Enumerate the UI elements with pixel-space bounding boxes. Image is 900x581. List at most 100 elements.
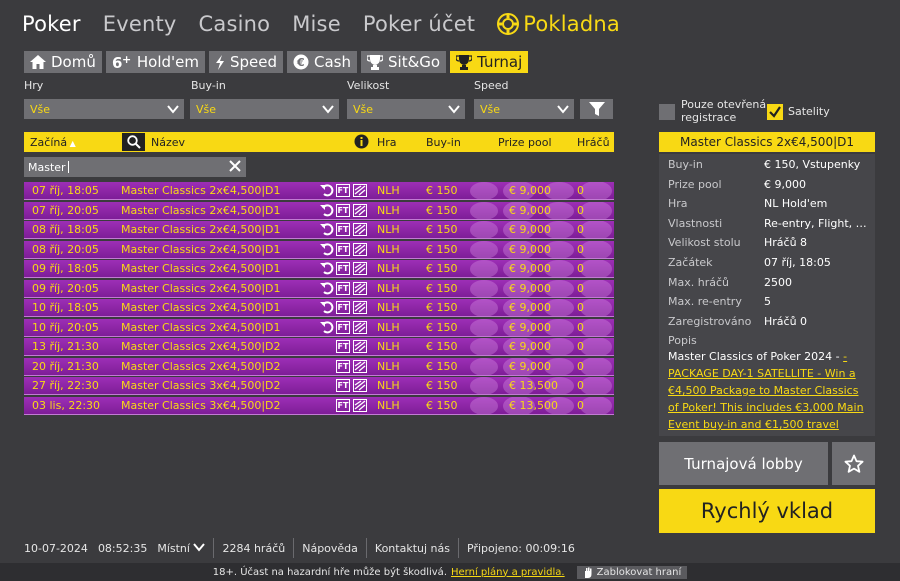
flight-ft-icon: FT <box>336 262 350 276</box>
description-text: Master Classics of Poker 2024 - - PACKAG… <box>668 350 864 436</box>
close-icon[interactable] <box>228 159 242 173</box>
row-name: Master Classics 2x€4,500|D1 <box>121 281 281 295</box>
nav-eventy[interactable]: Eventy <box>103 12 177 36</box>
row-players: 0 <box>577 340 584 354</box>
tab-sitgo[interactable]: Sit&Go <box>361 51 447 73</box>
contact-link[interactable]: Kontaktuj nás <box>367 538 459 558</box>
table-row[interactable]: 13 říj, 21:30 Master Classics 2x€4,500|D2… <box>24 338 614 357</box>
tab-home[interactable]: Domů <box>24 51 102 73</box>
satellite-ticket-icon <box>353 242 367 256</box>
tab-speed[interactable]: Speed <box>208 51 283 73</box>
row-players: 0 <box>577 281 584 295</box>
table-row[interactable]: 09 říj, 18:05 Master Classics 2x€4,500|D1… <box>24 260 614 279</box>
filter-buyin-select[interactable]: Vše <box>190 99 339 119</box>
block-gaming-button[interactable]: Zablokovat hraní <box>576 565 688 579</box>
filter-games-select[interactable]: Vše <box>24 99 184 119</box>
filter-speed-select[interactable]: Vše <box>474 99 574 119</box>
row-buyin: € 150 <box>426 184 458 197</box>
detail-value: Re-entry, Flight, Satellite <box>764 216 869 230</box>
header-name[interactable]: Název <box>151 136 185 149</box>
tab-holdem[interactable]: 6 + Hold'em <box>105 51 205 73</box>
lightning-icon <box>215 54 224 70</box>
filter-size-select[interactable]: Vše <box>347 99 465 119</box>
row-name: Master Classics 3x€4,500|D2 <box>121 399 281 413</box>
satellites-checkbox[interactable] <box>767 104 783 120</box>
row-game: NLH <box>377 320 400 334</box>
table-row[interactable]: 07 říj, 18:05 Master Classics 2x€4,500|D1… <box>24 182 614 200</box>
row-starts: 03 lis, 22:30 <box>32 399 101 413</box>
nav-poker-account[interactable]: Poker účet <box>363 12 475 36</box>
tab-cash[interactable]: € Cash <box>287 51 357 73</box>
row-name: Master Classics 2x€4,500|D2 <box>121 359 281 373</box>
name-search-input[interactable]: Master <box>24 157 246 177</box>
tab-tournament[interactable]: Turnaj <box>450 51 529 73</box>
filter-button[interactable] <box>580 99 613 119</box>
row-starts: 08 říj, 20:05 <box>32 242 99 256</box>
six-plus-icon: 6 + <box>112 54 131 70</box>
header-buyin[interactable]: Buy-in <box>426 136 461 149</box>
detail-key: Velikost stolu <box>668 236 741 250</box>
row-name: Master Classics 2x€4,500|D2 <box>121 340 281 354</box>
nav-poker[interactable]: Poker <box>22 12 81 36</box>
row-game: NLH <box>377 242 400 256</box>
cashier-label: Pokladna <box>523 12 620 36</box>
row-game: NLH <box>377 223 400 237</box>
row-prize: € 9,000 <box>509 242 551 256</box>
row-game: NLH <box>377 340 400 354</box>
row-prize: € 9,000 <box>509 281 551 295</box>
table-row[interactable]: 07 říj, 20:05 Master Classics 2x€4,500|D1… <box>24 201 614 220</box>
table-header: Začíná ▲ Název Hra Buy-in Prize pool Hrá… <box>24 132 614 152</box>
table-row[interactable]: 03 lis, 22:30 Master Classics 3x€4,500|D2… <box>24 397 614 416</box>
satellite-ticket-icon <box>353 262 367 276</box>
chevron-down-icon <box>557 105 569 114</box>
table-row[interactable]: 10 říj, 20:05 Master Classics 2x€4,500|D1… <box>24 318 614 337</box>
row-game: NLH <box>377 359 400 373</box>
row-players: 0 <box>577 223 584 237</box>
quick-deposit-button[interactable]: Rychlý vklad <box>659 489 875 533</box>
table-row[interactable]: 09 říj, 20:05 Master Classics 2x€4,500|D1… <box>24 279 614 298</box>
row-starts: 20 říj, 21:30 <box>32 359 99 373</box>
table-row[interactable]: 27 říj, 22:30 Master Classics 3x€4,500|D2… <box>24 377 614 396</box>
timezone-select[interactable]: Místní <box>157 542 206 555</box>
table-row[interactable]: 20 říj, 21:30 Master Classics 2x€4,500|D2… <box>24 357 614 376</box>
tournament-lobby-button[interactable]: Turnajová lobby <box>659 442 828 485</box>
favorite-button[interactable] <box>832 442 875 485</box>
flight-ft-icon: FT <box>336 184 350 197</box>
satellites-label: Satelity <box>788 105 830 118</box>
row-prize: € 9,000 <box>509 340 551 354</box>
detail-value: Hráčů 0 <box>764 314 808 328</box>
reentry-icon <box>320 301 334 314</box>
detail-value: 07 říj, 18:05 <box>764 256 831 269</box>
info-icon[interactable] <box>354 134 369 152</box>
row-players: 0 <box>577 399 584 413</box>
detail-key: Max. hráčů <box>668 275 729 289</box>
nav-mise[interactable]: Mise <box>292 12 341 36</box>
header-game[interactable]: Hra <box>377 136 397 149</box>
home-icon <box>30 55 46 69</box>
nav-cashier[interactable]: Pokladna <box>497 12 620 36</box>
details-panel: Buy-in € 150, Vstupenky Prize pool € 9,000 H… <box>659 154 875 436</box>
game-rules-link[interactable]: Herní plány a pravidla. <box>451 567 565 578</box>
row-players: 0 <box>577 262 584 276</box>
filter-label-speed: Speed <box>474 79 509 92</box>
header-prize[interactable]: Prize pool <box>498 136 552 149</box>
trophy-icon <box>456 54 473 70</box>
open-registration-checkbox[interactable] <box>659 104 675 120</box>
star-icon <box>844 454 863 473</box>
table-row[interactable]: 08 říj, 18:05 Master Classics 2x€4,500|D1… <box>24 221 614 240</box>
table-row[interactable]: 08 říj, 20:05 Master Classics 2x€4,500|D1… <box>24 240 614 259</box>
row-game: NLH <box>377 399 400 413</box>
row-players: 0 <box>577 301 584 315</box>
satellite-ticket-icon <box>353 379 367 393</box>
nav-casino[interactable]: Casino <box>199 12 271 36</box>
header-starts[interactable]: Začíná ▲ <box>30 136 76 149</box>
help-link[interactable]: Nápověda <box>294 538 367 558</box>
row-name: Master Classics 2x€4,500|D1 <box>121 203 281 217</box>
table-row[interactable]: 10 říj, 18:05 Master Classics 2x€4,500|D1… <box>24 299 614 318</box>
detail-value: NL Hold'em <box>764 197 828 211</box>
flight-ft-icon: FT <box>336 223 350 237</box>
search-icon[interactable] <box>122 133 145 151</box>
row-name: Master Classics 2x€4,500|D1 <box>121 320 281 334</box>
row-name: Master Classics 2x€4,500|D1 <box>121 301 281 315</box>
header-players[interactable]: Hráčů <box>577 136 610 149</box>
